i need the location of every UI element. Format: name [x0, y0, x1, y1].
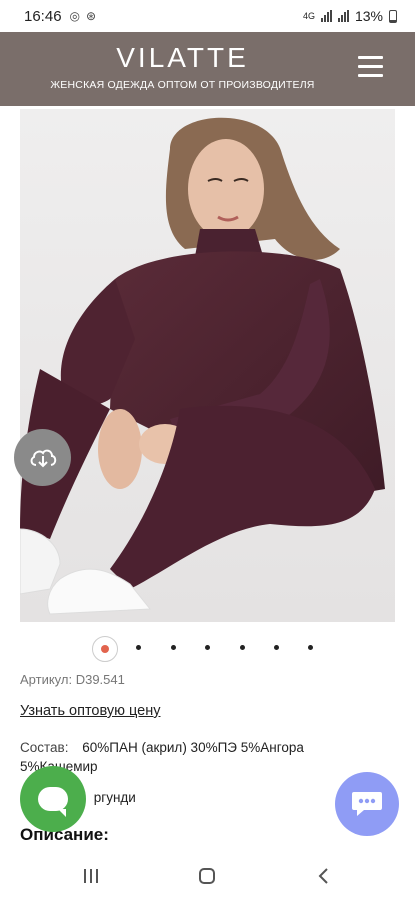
gallery-pagination	[0, 633, 415, 663]
gallery-dot[interactable]	[240, 645, 245, 650]
product-photo[interactable]	[20, 109, 395, 622]
article-value: D39.541	[75, 672, 125, 687]
gallery-dot[interactable]	[136, 645, 141, 650]
status-right: 4G 13%	[303, 8, 397, 24]
article-label: Артикул:	[20, 672, 73, 687]
cloud-download-icon	[30, 449, 56, 467]
network-type: 4G	[302, 11, 315, 21]
back-icon[interactable]	[308, 864, 338, 888]
brand-logo[interactable]: VILATTE	[0, 42, 365, 74]
sync-icon: ◎	[69, 9, 81, 23]
status-notification-icons: ◎ ⊛	[70, 9, 97, 23]
status-time: 16:46	[24, 7, 62, 25]
composition-label: Состав:	[20, 740, 69, 755]
link-icon: ⊛	[86, 9, 97, 23]
gallery-dot[interactable]	[308, 645, 313, 650]
chat-button-green[interactable]	[20, 766, 86, 832]
battery-percent: 13%	[354, 8, 383, 24]
brand-tagline: ЖЕНСКАЯ ОДЕЖДА ОПТОМ ОТ ПРОИЗВОДИТЕЛЯ	[50, 79, 315, 91]
color-value: ргунди	[93, 790, 136, 805]
chat-bubble-icon	[38, 787, 68, 817]
message-icon	[352, 792, 382, 816]
chat-button-blue[interactable]	[335, 772, 399, 836]
wholesale-price-link[interactable]: Узнать оптовую цену	[20, 703, 160, 719]
product-photo-illustration	[20, 109, 395, 622]
article-number: Артикул: D39.541	[20, 672, 125, 687]
status-bar: 16:46 ◎ ⊛ 4G 13%	[0, 0, 415, 32]
battery-icon	[389, 9, 397, 23]
system-nav-bar	[0, 852, 415, 900]
hamburger-icon[interactable]	[358, 56, 383, 78]
signal-icon	[320, 10, 332, 22]
signal-icon-2	[337, 10, 349, 22]
site-header: VILATTE ЖЕНСКАЯ ОДЕЖДА ОПТОМ ОТ ПРОИЗВОД…	[0, 32, 415, 106]
recent-apps-icon[interactable]	[76, 864, 106, 888]
gallery-dot-active[interactable]	[92, 636, 118, 662]
home-icon[interactable]	[192, 864, 222, 888]
download-button[interactable]	[14, 429, 71, 486]
gallery-dot[interactable]	[274, 645, 279, 650]
composition: Состав: 60%ПАН (акрил) 30%ПЭ 5%Ангора 5%…	[20, 738, 360, 776]
gallery-dot[interactable]	[205, 645, 210, 650]
gallery-dot[interactable]	[171, 645, 176, 650]
